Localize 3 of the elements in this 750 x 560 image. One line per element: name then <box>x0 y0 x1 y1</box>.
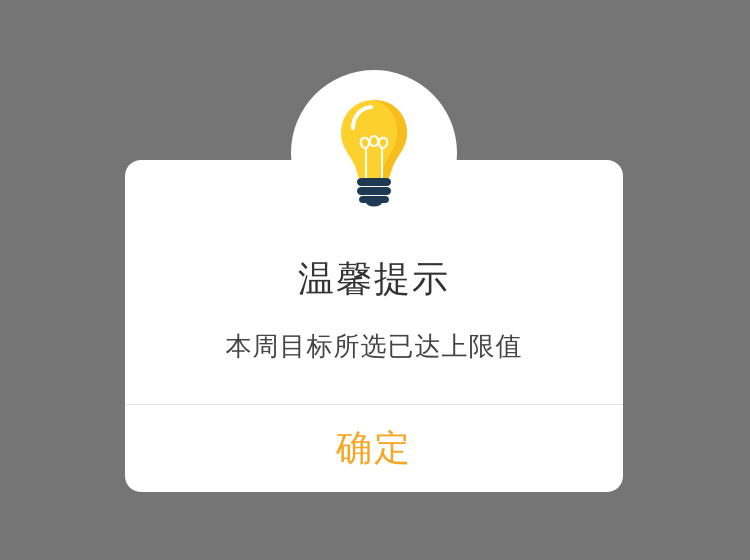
dialog-message: 本周目标所选已达上限值 <box>226 331 522 364</box>
dialog-title: 温馨提示 <box>298 258 450 302</box>
confirm-button[interactable]: 确定 <box>125 405 623 492</box>
